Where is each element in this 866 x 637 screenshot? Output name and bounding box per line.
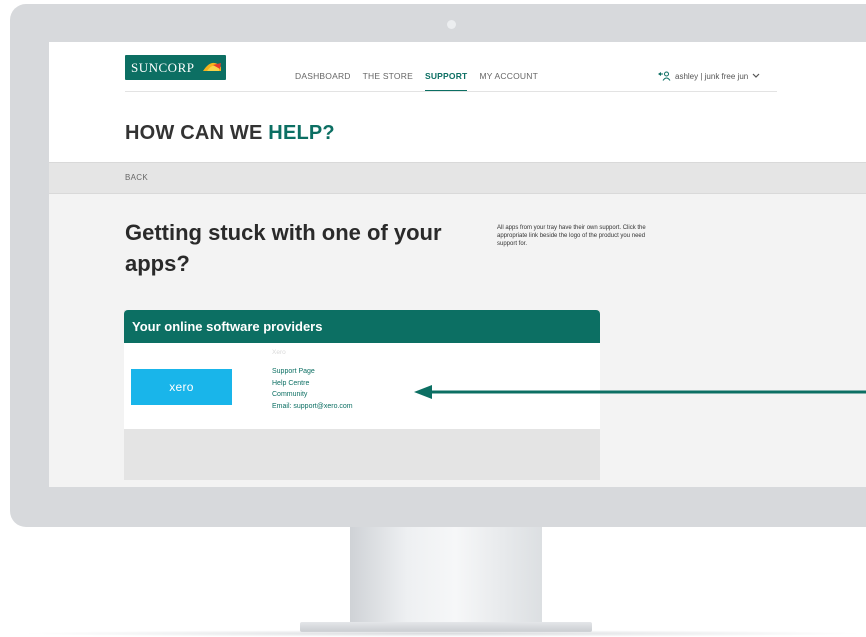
- xero-logo[interactable]: xero: [131, 369, 232, 405]
- nav-the-store[interactable]: THE STORE: [363, 71, 413, 92]
- suncorp-logo[interactable]: SUNCORP: [125, 55, 226, 80]
- floor-shadow: [20, 630, 866, 637]
- monitor-stand: [350, 527, 542, 627]
- support-page-link[interactable]: Support Page: [272, 366, 353, 378]
- page-title: HOW CAN WE HELP?: [125, 122, 335, 145]
- chevron-down-icon: [752, 73, 760, 78]
- header-area: SUNCORP DASHBOARD THE STORE SUPPORT MY A…: [49, 42, 866, 162]
- sun-logo-icon: [203, 62, 221, 73]
- provider-name: Xero: [272, 349, 286, 356]
- back-bar: BACK: [49, 162, 866, 194]
- nav-my-account[interactable]: MY ACCOUNT: [479, 71, 538, 92]
- provider-links: Support Page Help Centre Community Email…: [272, 366, 353, 412]
- community-link[interactable]: Community: [272, 389, 353, 401]
- logo-text: SUNCORP: [131, 60, 195, 75]
- back-link[interactable]: BACK: [125, 173, 148, 182]
- nav-support[interactable]: SUPPORT: [424, 71, 468, 92]
- nav-dashboard[interactable]: DASHBOARD: [295, 71, 351, 92]
- screen: SUNCORP DASHBOARD THE STORE SUPPORT MY A…: [49, 42, 866, 487]
- account-label: ashley | junk free jun: [675, 71, 749, 81]
- account-menu[interactable]: ashley | junk free jun: [657, 71, 760, 81]
- nav-divider: [125, 91, 777, 92]
- help-centre-link[interactable]: Help Centre: [272, 378, 353, 390]
- page-title-prefix: HOW CAN WE: [125, 122, 269, 144]
- user-switch-icon: [658, 71, 671, 81]
- main-nav: DASHBOARD THE STORE SUPPORT MY ACCOUNT: [295, 71, 550, 92]
- page-title-accent: HELP?: [268, 122, 335, 144]
- headline: Getting stuck with one of your apps?: [125, 220, 442, 276]
- providers-header: Your online software providers: [124, 310, 600, 343]
- camera-dot: [447, 20, 456, 29]
- side-note: All apps from your tray have their own s…: [497, 225, 646, 247]
- email-support-link[interactable]: Email: support@xero.com: [272, 401, 353, 413]
- callout-arrow-icon: [414, 385, 866, 399]
